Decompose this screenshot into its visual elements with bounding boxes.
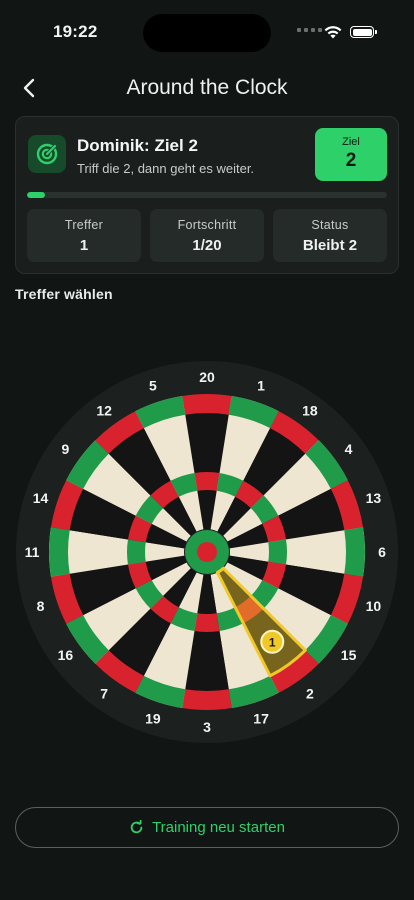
stat-status: Status Bleibt 2 — [273, 209, 387, 262]
stat-value: 1 — [79, 237, 89, 254]
triple-20[interactable] — [194, 472, 220, 491]
progress-bar — [27, 192, 387, 198]
board-number: 16 — [58, 647, 74, 663]
board-number: 3 — [203, 719, 211, 735]
stat-value: Bleibt 2 — [302, 237, 358, 254]
board-number: 1 — [257, 378, 265, 394]
double-20[interactable] — [182, 394, 232, 415]
signal-icon — [297, 28, 322, 32]
board-number: 19 — [145, 710, 161, 726]
board-number: 18 — [302, 402, 318, 418]
board-number: 7 — [100, 686, 108, 702]
board-number: 20 — [199, 369, 215, 385]
stat-value: 1/20 — [192, 237, 222, 254]
board-number: 12 — [96, 402, 112, 418]
stat-label: Fortschritt — [177, 218, 237, 232]
board-number: 6 — [378, 544, 386, 560]
target-icon — [28, 135, 66, 173]
stat-treffer: Treffer 1 — [27, 209, 141, 262]
stat-fortschritt: Fortschritt 1/20 — [150, 209, 264, 262]
progress-fill — [27, 192, 45, 198]
board-number: 8 — [37, 598, 45, 614]
target-badge: Ziel 2 — [315, 128, 387, 181]
board-number: 17 — [253, 710, 269, 726]
board-number: 4 — [345, 441, 353, 457]
triple-11[interactable] — [126, 539, 146, 565]
board-number: 13 — [366, 490, 382, 506]
dynamic-island — [143, 14, 271, 52]
page-title: Around the Clock — [126, 76, 288, 99]
board-number: 14 — [33, 490, 49, 506]
restart-training-button[interactable]: Training neu starten — [15, 807, 399, 848]
stat-label: Treffer — [64, 218, 104, 232]
board-number: 11 — [25, 544, 40, 560]
board-number: 15 — [341, 647, 357, 663]
restart-label: Training neu starten — [152, 819, 285, 836]
double-3[interactable] — [182, 689, 232, 710]
double-11[interactable] — [49, 527, 70, 577]
player-name: Dominik: Ziel 2 — [77, 136, 198, 155]
bullseye[interactable] — [197, 542, 217, 562]
stat-label: Status — [311, 218, 349, 232]
player-hint: Triff die 2, dann geht es weiter. — [77, 161, 255, 176]
board-number: 5 — [149, 378, 157, 394]
dartboard[interactable]: 1 20 1 18 4 13 6 10 15 2 17 3 19 7 16 8 11 14 9 12 5 — [16, 361, 398, 743]
triple-3[interactable] — [194, 613, 220, 632]
double-6[interactable] — [344, 527, 365, 577]
board-number: 9 — [62, 441, 70, 457]
hit-marker-label: 1 — [269, 635, 276, 649]
refresh-icon — [130, 820, 143, 834]
battery-icon — [350, 26, 377, 38]
section-title: Treffer wählen — [15, 286, 113, 302]
board-number: 10 — [366, 598, 382, 614]
target-value: 2 — [345, 150, 357, 171]
status-time: 19:22 — [53, 22, 98, 41]
target-label: Ziel — [342, 136, 360, 148]
wifi-icon — [324, 26, 342, 39]
board-number: 2 — [306, 686, 314, 702]
triple-6[interactable] — [268, 539, 288, 565]
